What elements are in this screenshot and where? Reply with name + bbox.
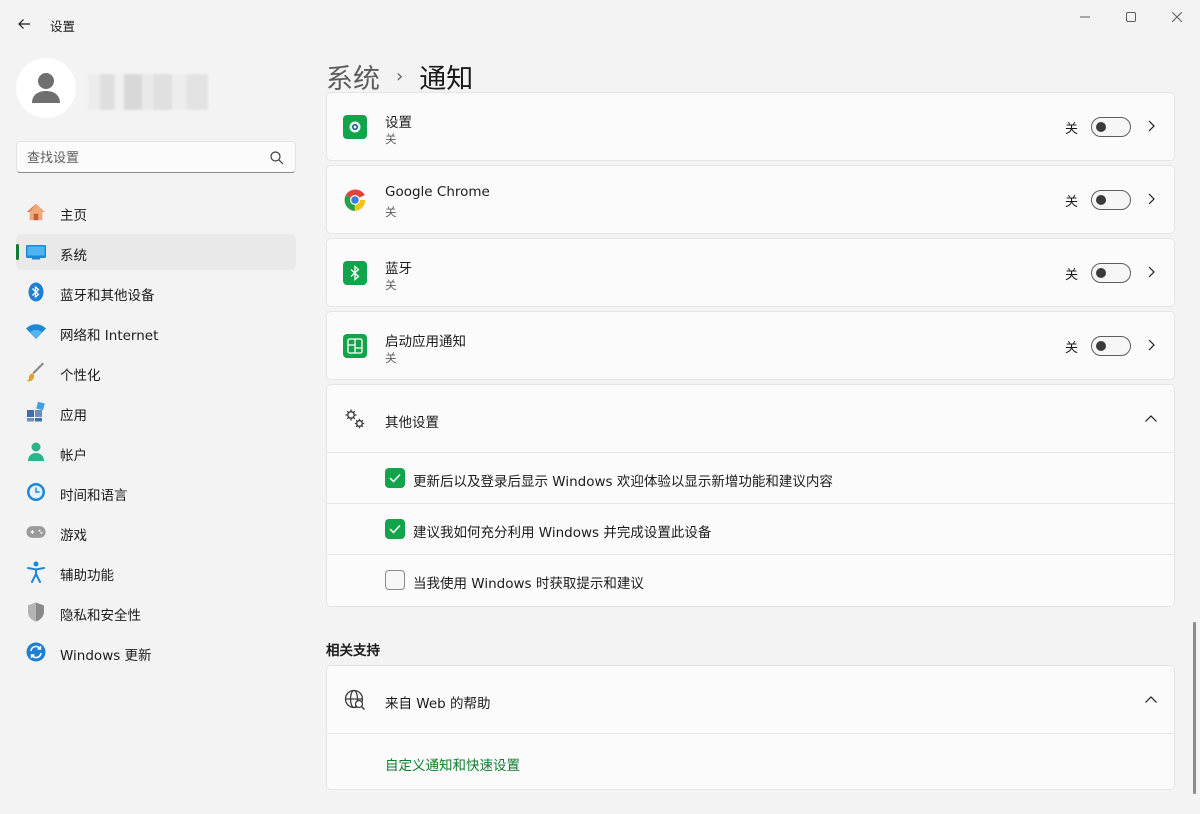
- toggle-state-label: 关: [1065, 122, 1079, 137]
- app-title: 设置: [50, 19, 76, 34]
- breadcrumb-separator: ›: [396, 65, 404, 87]
- app-name: 蓝牙: [385, 261, 412, 277]
- globe-search-icon: [344, 689, 366, 711]
- option-label: 当我使用 Windows 时获取提示和建议: [413, 576, 644, 592]
- web-help-section: 来自 Web 的帮助 自定义通知和快速设置: [326, 665, 1175, 790]
- back-arrow-icon: [18, 19, 30, 29]
- update-icon: [26, 642, 46, 662]
- bluetooth-icon: [26, 282, 46, 302]
- chevron-up-icon[interactable]: [1143, 692, 1159, 708]
- apps-icon: [26, 402, 46, 422]
- option-label: 建议我如何充分利用 Windows 并完成设置此设备: [413, 525, 712, 541]
- option-row[interactable]: 当我使用 Windows 时获取提示和建议: [327, 555, 1174, 606]
- app-name: 启动应用通知: [385, 334, 466, 350]
- chrome-icon: [343, 188, 367, 212]
- breadcrumb: 系统 › 通知: [326, 56, 473, 96]
- minimize-icon: [1080, 16, 1090, 18]
- option-row[interactable]: 建议我如何充分利用 Windows 并完成设置此设备: [327, 504, 1174, 555]
- checkbox-checked[interactable]: [385, 519, 405, 539]
- app-row-settings[interactable]: 设置 关 关: [326, 92, 1175, 161]
- toggle-state-label: 关: [1065, 195, 1079, 210]
- app-status: 关: [385, 132, 397, 146]
- sidebar-item-privacy[interactable]: 隐私和安全性: [16, 594, 296, 630]
- sidebar-item-windows-update[interactable]: Windows 更新: [16, 634, 296, 670]
- user-name-redacted: [88, 74, 208, 110]
- notification-toggle[interactable]: [1091, 190, 1131, 210]
- sidebar-item-system[interactable]: 系统: [16, 234, 296, 270]
- app-name: 设置: [385, 115, 412, 131]
- gears-icon: [345, 409, 365, 429]
- related-support-heading: 相关支持: [326, 643, 380, 659]
- app-status: 关: [385, 351, 397, 365]
- bluetooth-app-icon: [343, 261, 367, 285]
- page-title: 通知: [419, 63, 474, 95]
- sidebar-item-bluetooth[interactable]: 蓝牙和其他设备: [16, 274, 296, 310]
- maximize-button[interactable]: [1108, 4, 1154, 30]
- chevron-right-icon[interactable]: [1144, 192, 1158, 206]
- web-help-links: 自定义通知和快速设置: [327, 734, 1174, 789]
- chevron-right-icon[interactable]: [1144, 338, 1158, 352]
- home-icon: [26, 202, 46, 222]
- checkmark-icon: [389, 524, 401, 534]
- account-icon: [26, 442, 46, 462]
- search-input[interactable]: [27, 148, 262, 168]
- breadcrumb-parent[interactable]: 系统: [326, 57, 380, 96]
- chevron-up-icon[interactable]: [1143, 411, 1159, 427]
- close-button[interactable]: [1154, 4, 1200, 30]
- minimize-button[interactable]: [1062, 4, 1108, 30]
- gamepad-icon: [26, 522, 46, 542]
- system-icon: [26, 242, 46, 262]
- notification-toggle[interactable]: [1091, 263, 1131, 283]
- accessibility-icon: [26, 561, 46, 583]
- other-settings-section: 其他设置 更新后以及登录后显示 Windows 欢迎体验以显示新增功能和建议内容…: [326, 384, 1175, 607]
- sidebar-item-home[interactable]: 主页: [16, 194, 296, 230]
- sidebar-item-apps[interactable]: 应用: [16, 394, 296, 430]
- app-name: Google Chrome: [385, 184, 490, 200]
- clock-globe-icon: [26, 482, 46, 502]
- app-status: 关: [385, 278, 397, 292]
- search-icon[interactable]: [269, 150, 285, 166]
- sidebar-nav: 主页 系统 蓝牙和其他设备 网络和 Internet 个性化 应用 帐户 时间和…: [16, 194, 296, 674]
- wifi-icon: [26, 322, 46, 342]
- avatar[interactable]: [16, 58, 76, 118]
- checkbox-checked[interactable]: [385, 468, 405, 488]
- close-icon: [1172, 12, 1182, 22]
- startup-apps-icon: [343, 334, 367, 358]
- option-label: 更新后以及登录后显示 Windows 欢迎体验以显示新增功能和建议内容: [413, 474, 833, 490]
- web-help-label: 来自 Web 的帮助: [385, 696, 491, 712]
- app-row-chrome[interactable]: Google Chrome 关 关: [326, 165, 1175, 234]
- web-help-header[interactable]: 来自 Web 的帮助: [327, 666, 1174, 734]
- app-status: 关: [385, 205, 397, 219]
- title-bar: 设置: [0, 0, 1200, 48]
- shield-icon: [26, 602, 46, 622]
- notification-toggle[interactable]: [1091, 117, 1131, 137]
- back-button[interactable]: [10, 10, 38, 38]
- toggle-state-label: 关: [1065, 268, 1079, 283]
- maximize-icon: [1126, 12, 1136, 22]
- search-box[interactable]: [16, 141, 296, 173]
- chevron-right-icon[interactable]: [1144, 265, 1158, 279]
- chevron-right-icon[interactable]: [1144, 119, 1158, 133]
- app-row-startup-apps[interactable]: 启动应用通知 关 关: [326, 311, 1175, 380]
- help-link-customize-notifications[interactable]: 自定义通知和快速设置: [385, 754, 520, 774]
- sidebar-item-accounts[interactable]: 帐户: [16, 434, 296, 470]
- sidebar-item-personalization[interactable]: 个性化: [16, 354, 296, 390]
- user-icon: [32, 73, 60, 103]
- other-settings-label: 其他设置: [385, 415, 439, 431]
- scrollbar[interactable]: [1193, 622, 1196, 794]
- sidebar-item-time-language[interactable]: 时间和语言: [16, 474, 296, 510]
- app-row-bluetooth[interactable]: 蓝牙 关 关: [326, 238, 1175, 307]
- settings-app-icon: [343, 115, 367, 139]
- sidebar-item-accessibility[interactable]: 辅助功能: [16, 554, 296, 590]
- toggle-state-label: 关: [1065, 341, 1079, 356]
- brush-icon: [26, 362, 46, 382]
- sidebar-item-gaming[interactable]: 游戏: [16, 514, 296, 550]
- sidebar-item-network[interactable]: 网络和 Internet: [16, 314, 296, 350]
- checkbox-unchecked[interactable]: [385, 570, 405, 590]
- option-row[interactable]: 更新后以及登录后显示 Windows 欢迎体验以显示新增功能和建议内容: [327, 453, 1174, 504]
- notification-toggle[interactable]: [1091, 336, 1131, 356]
- checkmark-icon: [389, 473, 401, 483]
- other-settings-header[interactable]: 其他设置: [327, 385, 1174, 453]
